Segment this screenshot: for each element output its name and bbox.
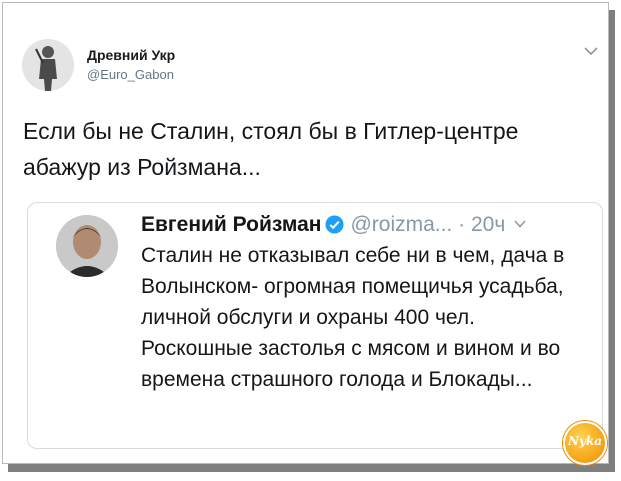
quoted-timestamp[interactable]: 20ч (471, 213, 505, 236)
chevron-down-icon[interactable] (583, 45, 599, 57)
separator-dot: · (458, 213, 466, 236)
tweet-card: Древний Укр @Euro_Gabon Если бы не Стали… (2, 2, 609, 465)
chevron-down-icon[interactable] (513, 219, 527, 229)
quoted-tweet[interactable]: Евгений Ройзман @roizma... · 20ч Сталин … (27, 202, 603, 449)
quoted-tweet-text: Сталин не отказывал себе ни в чем, дача … (141, 244, 565, 391)
tweet-text: Если бы не Сталин, стоял бы в Гитлер-цен… (23, 118, 519, 180)
quoted-header: Евгений Ройзман @roizma... · 20ч (141, 211, 527, 239)
author-name[interactable]: Древний Укр (87, 47, 175, 63)
author-handle[interactable]: @Euro_Gabon (87, 67, 174, 82)
quoted-author-handle[interactable]: @roizma... (350, 213, 452, 236)
verified-badge-icon (325, 215, 344, 234)
watermark-logo: Nyka (563, 421, 607, 465)
quoted-author-name[interactable]: Евгений Ройзман (141, 213, 321, 236)
quoted-author-avatar[interactable] (56, 215, 118, 277)
author-avatar[interactable] (22, 39, 74, 91)
watermark-text: Nyka (567, 434, 603, 448)
